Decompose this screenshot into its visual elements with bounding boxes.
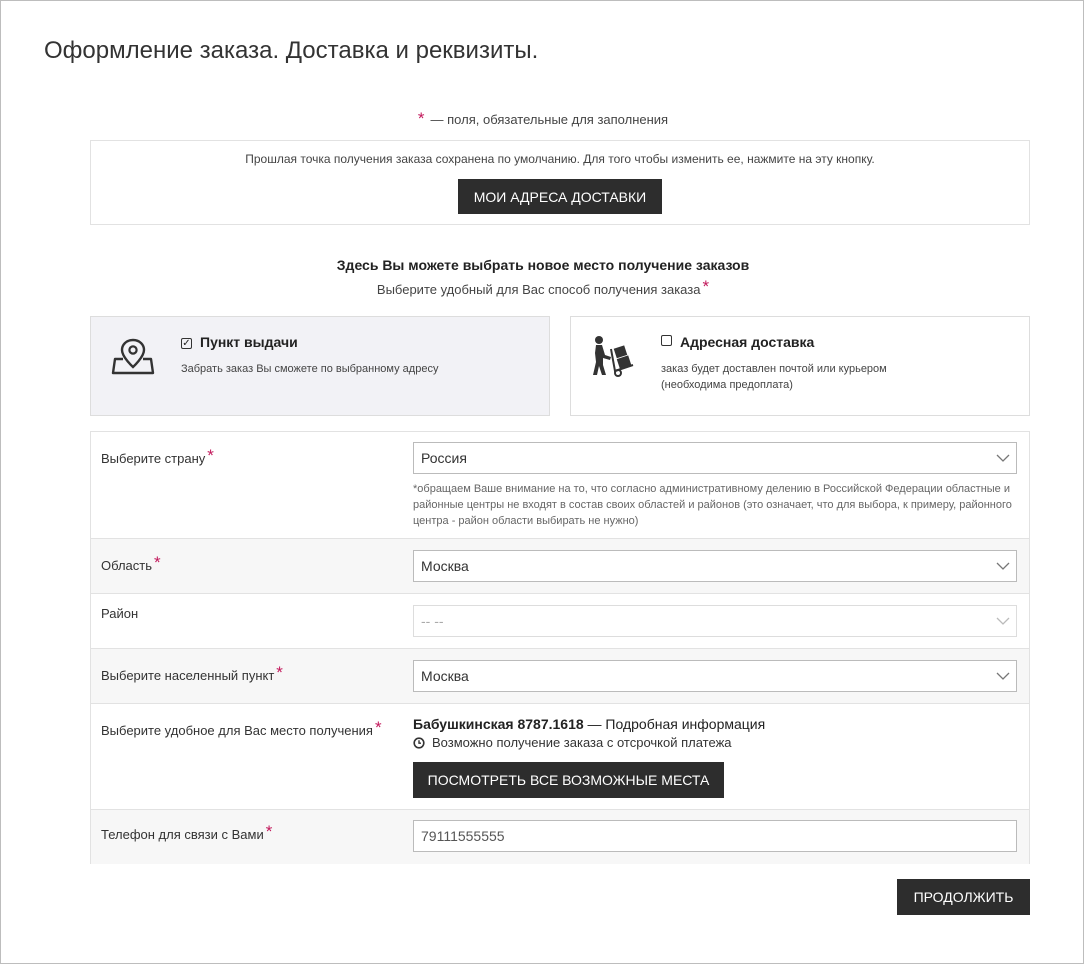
district-row: Район -- -- [91,593,1029,648]
required-star: * [265,822,273,841]
clock-icon [413,736,425,749]
required-star: * [276,663,283,682]
district-label: Район [101,606,139,621]
phone-label: Телефон для связи с Вами * [101,822,273,842]
deferred-payment-text: Возможно получение заказа с отсрочкой пл… [432,735,732,750]
pickup-place-row: Выберите удобное для Вас место получения… [91,703,1029,809]
country-row: Выберите страну * Россия *обращаем Ваше в… [91,432,1029,538]
page-frame: Оформление заказа. Доставка и реквизиты.… [0,0,1084,964]
required-fields-note: * — поля, обязательные для заполнения [1,109,1084,129]
details-link[interactable]: — Подробная информация [588,716,766,732]
required-star: * [417,109,425,128]
district-select-value: -- -- [421,613,444,629]
city-row: Выберите населенный пункт * Москва [91,648,1029,703]
deferred-payment-note: Возможно получение заказа с отсрочкой пл… [413,735,732,750]
required-note-text: — поля, обязательные для заполнения [430,112,669,127]
region-select-value: Москва [421,558,469,574]
choose-method-subtitle: Выберите удобный для Вас способ получени… [1,277,1084,297]
phone-label-text: Телефон для связи с Вами [101,827,264,842]
country-select[interactable]: Россия [413,442,1017,474]
delivery-option-title: Адресная доставка [661,334,814,350]
delivery-option-label: Адресная доставка [680,334,815,350]
required-star: * [207,446,214,465]
required-star: * [702,277,710,296]
pickup-place-name: Бабушкинская 8787.1618 [413,716,584,732]
pickup-option-label: Пункт выдачи [200,334,298,350]
pickup-place-label: Выберите удобное для Вас место получения… [101,718,382,738]
city-select-value: Москва [421,668,469,684]
country-select-value: Россия [421,450,467,466]
delivery-checkbox[interactable] [661,335,672,346]
district-select[interactable]: -- -- [413,605,1017,637]
city-select[interactable]: Москва [413,660,1017,692]
order-form: Выберите страну * Россия *обращаем Ваше в… [90,431,1030,864]
country-label-text: Выберите страну [101,451,206,466]
courier-handtruck-icon [589,335,637,384]
chevron-down-icon [996,617,1010,625]
pickup-option-desc: Забрать заказ Вы сможете по выбранному а… [181,363,439,375]
required-star: * [154,553,161,572]
choose-place-title: Здесь Вы можете выбрать новое место полу… [336,257,750,273]
phone-row: Телефон для связи с Вами * [91,809,1029,864]
pickup-place-label-text: Выберите удобное для Вас место получения [101,723,373,738]
chevron-down-icon [996,562,1010,570]
view-all-places-button[interactable]: ПОСМОТРЕТЬ ВСЕ ВОЗМОЖНЫЕ МЕСТА [413,762,724,798]
chevron-down-icon [996,672,1010,680]
page-title: Оформление заказа. Доставка и реквизиты. [44,37,539,64]
phone-input[interactable] [413,820,1017,852]
saved-point-box: Прошлая точка получения заказа сохранена… [90,140,1030,225]
city-label-text: Выберите населенный пункт [101,668,275,683]
city-label: Выберите населенный пункт * [101,663,283,683]
address-delivery-option[interactable]: Адресная доставка заказ будет доставлен … [570,316,1030,416]
region-select[interactable]: Москва [413,550,1017,582]
pickup-checkbox[interactable]: ✓ [181,338,192,349]
continue-button[interactable]: ПРОДОЛЖИТЬ [897,879,1030,915]
pickup-place-info: Бабушкинская 8787.1618 — Подробная инфор… [413,716,765,732]
region-label: Область * [101,553,161,573]
pickup-point-option[interactable]: ✓ Пункт выдачи Забрать заказ Вы сможете п… [90,316,550,416]
country-label: Выберите страну * [101,446,214,466]
required-star: * [374,718,382,737]
saved-point-text: Прошлая точка получения заказа сохранена… [245,152,875,166]
choose-method-text: Выберите удобный для Вас способ получени… [376,282,701,297]
chevron-down-icon [996,454,1010,462]
region-label-text: Область [101,558,153,573]
region-row: Область * Москва [91,538,1029,593]
my-addresses-button[interactable]: МОИ АДРЕСА ДОСТАВКИ [458,179,662,214]
pickup-option-title: ✓ Пункт выдачи [181,334,298,350]
country-hint: *обращаем Ваше внимание на то, что согла… [413,483,1012,527]
delivery-option-desc: заказ будет доставлен почтой или курьеро… [661,363,887,391]
map-pin-icon [111,337,155,382]
